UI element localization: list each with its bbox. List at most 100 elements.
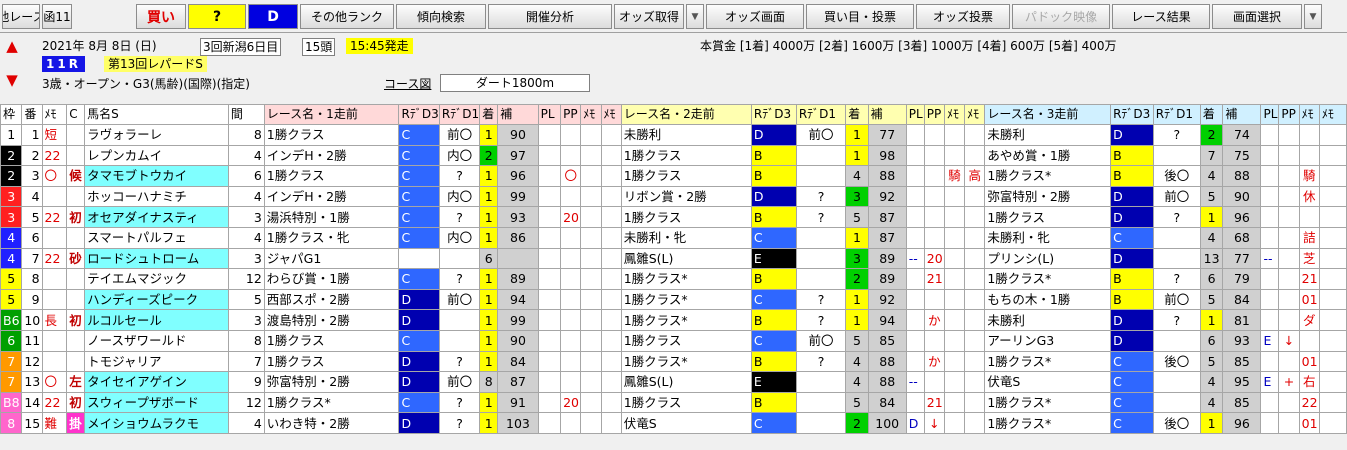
race-name-cell[interactable]: 1勝クラス* — [620, 309, 752, 331]
race-name-cell[interactable]: 1勝クラス — [620, 206, 752, 228]
rank-cell[interactable]: 1 — [1199, 412, 1224, 434]
pl-cell[interactable]: E — [1260, 329, 1280, 352]
c-tag-cell[interactable] — [66, 329, 86, 352]
memo-cell[interactable] — [41, 268, 68, 290]
rank-cell[interactable]: 3 — [845, 247, 869, 270]
memo-b-cell[interactable] — [964, 412, 986, 434]
rd1-cell[interactable] — [1152, 329, 1201, 352]
col-ho-1[interactable]: 補 — [497, 104, 539, 125]
memo-cell[interactable]: 難 — [41, 412, 68, 434]
rd1-cell[interactable] — [795, 247, 847, 270]
rd3-cell[interactable]: C — [398, 226, 440, 249]
rank-cell[interactable]: 2 — [845, 412, 869, 434]
memo-b-cell[interactable] — [1318, 165, 1347, 187]
col-ho-3[interactable]: 補 — [1222, 104, 1262, 125]
memo-b-cell[interactable] — [600, 226, 622, 249]
interval-cell[interactable]: 3 — [227, 309, 265, 331]
race-name-cell[interactable]: 1勝クラス — [620, 165, 752, 187]
memo-b-cell[interactable]: 高 — [964, 165, 986, 187]
horse-number-cell[interactable]: 5 — [21, 206, 43, 228]
memo-a-cell[interactable] — [943, 288, 966, 311]
pl-cell[interactable] — [1260, 185, 1280, 208]
ho-cell[interactable]: 93 — [497, 206, 539, 228]
pp-cell[interactable] — [560, 185, 582, 208]
race-name-cell[interactable]: 1勝クラス — [620, 144, 752, 167]
col-interval[interactable]: 間 — [227, 104, 265, 125]
memo-cell[interactable] — [41, 329, 68, 352]
memo-a-cell[interactable]: 芝 — [1298, 247, 1320, 270]
pp-cell[interactable] — [1278, 165, 1300, 187]
rank-cell[interactable]: 1 — [479, 391, 499, 414]
rd3-cell[interactable]: B — [750, 309, 797, 331]
horse-number-cell[interactable]: 13 — [21, 371, 43, 393]
race-name-cell[interactable]: 湯浜特別・1勝 — [263, 206, 400, 228]
interval-cell[interactable]: 12 — [227, 268, 265, 290]
pl-cell[interactable] — [905, 329, 925, 352]
interval-cell[interactable]: 7 — [227, 350, 265, 373]
race-name-cell[interactable]: あやめ賞・1勝 — [984, 144, 1112, 167]
table-row[interactable]: 4 6 スマートパルフェ 4 1勝クラス・牝 C 内〇 1 86 未勝利・牝 C 1 87 未勝利・牝 C 4… — [0, 226, 1347, 249]
rd3-cell[interactable]: C — [1110, 350, 1154, 373]
ho-cell[interactable]: 87 — [867, 226, 907, 249]
memo-cell[interactable]: 22 — [41, 247, 68, 270]
ho-cell[interactable]: 85 — [1222, 350, 1262, 373]
rank-cell[interactable]: 1 — [479, 329, 499, 352]
race-name-cell[interactable]: 1勝クラス* — [620, 350, 752, 373]
memo-b-cell[interactable] — [964, 206, 986, 228]
rd3-cell[interactable]: C — [398, 144, 440, 167]
ho-cell[interactable]: 84 — [497, 350, 539, 373]
memo-b-cell[interactable] — [1318, 206, 1347, 228]
odds-screen-button[interactable]: オッズ画面 — [706, 4, 804, 29]
memo-cell[interactable]: 〇 — [41, 371, 68, 393]
prev-race-arrow-icon[interactable]: ▲ — [3, 37, 21, 65]
rank-cell[interactable]: 4 — [1199, 371, 1224, 393]
rank-cell[interactable]: 1 — [479, 350, 499, 373]
ho-cell[interactable]: 74 — [1222, 124, 1262, 146]
pl-cell[interactable] — [537, 391, 562, 414]
rank-cell[interactable]: 3 — [845, 185, 869, 208]
rank-cell[interactable]: 1 — [479, 206, 499, 228]
rank-cell[interactable]: 2 — [1199, 124, 1224, 146]
interval-cell[interactable]: 9 — [227, 371, 265, 393]
pl-cell[interactable]: -- — [905, 247, 925, 270]
rank-cell[interactable]: 7 — [1199, 144, 1224, 167]
rd3-cell[interactable]: D — [1110, 185, 1154, 208]
pp-cell[interactable]: 20 — [923, 247, 945, 270]
rank-cell[interactable]: 1 — [845, 309, 869, 331]
rd1-cell[interactable] — [1152, 247, 1201, 270]
table-row[interactable]: 7 13 〇左タイセイアゲイン 9 弥富特別・2勝 D 前〇 8 87 鳳雛S(L) E 4 88 -- 伏… — [0, 371, 1347, 393]
pl-cell[interactable] — [1260, 412, 1280, 434]
race-name-cell[interactable]: 1勝クラス — [620, 329, 752, 352]
c-tag-cell[interactable]: 初 — [66, 206, 86, 228]
memo-b-cell[interactable] — [1318, 329, 1347, 352]
c-tag-cell[interactable] — [66, 288, 86, 311]
ho-cell[interactable]: 88 — [867, 350, 907, 373]
rd1-cell[interactable]: ? — [1152, 206, 1201, 228]
race-name-cell[interactable]: 伏竜S — [984, 371, 1112, 393]
waku-cell[interactable]: 1 — [0, 124, 23, 146]
rd3-cell[interactable]: B — [750, 391, 797, 414]
meeting-analysis-button[interactable]: 開催分析 — [488, 4, 612, 29]
c-tag-cell[interactable] — [66, 268, 86, 290]
rd3-cell[interactable]: B — [750, 144, 797, 167]
rd1-cell[interactable]: 内〇 — [438, 185, 481, 208]
race-name-cell[interactable]: リボン賞・2勝 — [620, 185, 752, 208]
memo-b-cell[interactable] — [1318, 350, 1347, 373]
race-result-button[interactable]: レース結果 — [1112, 4, 1210, 29]
ho-cell[interactable]: 68 — [1222, 226, 1262, 249]
memo-b-cell[interactable] — [600, 329, 622, 352]
horse-number-cell[interactable]: 2 — [21, 144, 43, 167]
rd3-cell[interactable]: C — [1110, 412, 1154, 434]
ho-cell[interactable]: 91 — [497, 391, 539, 414]
pl-cell[interactable] — [1260, 350, 1280, 373]
rd3-cell[interactable]: B — [750, 350, 797, 373]
memo-a-cell[interactable] — [580, 350, 602, 373]
rd1-cell[interactable]: 後〇 — [1152, 165, 1201, 187]
memo-b-cell[interactable] — [1318, 391, 1347, 414]
pp-cell[interactable]: ↓ — [923, 412, 945, 434]
rd3-cell[interactable]: D — [750, 185, 797, 208]
table-row[interactable]: 1 1 短ラヴォラーレ 8 1勝クラス C 前〇 1 90 未勝利 D 前〇 1 77 未勝利 D? 2 74 — [0, 124, 1347, 146]
horse-number-cell[interactable]: 14 — [21, 391, 43, 414]
rd3-cell[interactable]: B — [1110, 144, 1154, 167]
rd3-cell[interactable]: C — [398, 329, 440, 352]
